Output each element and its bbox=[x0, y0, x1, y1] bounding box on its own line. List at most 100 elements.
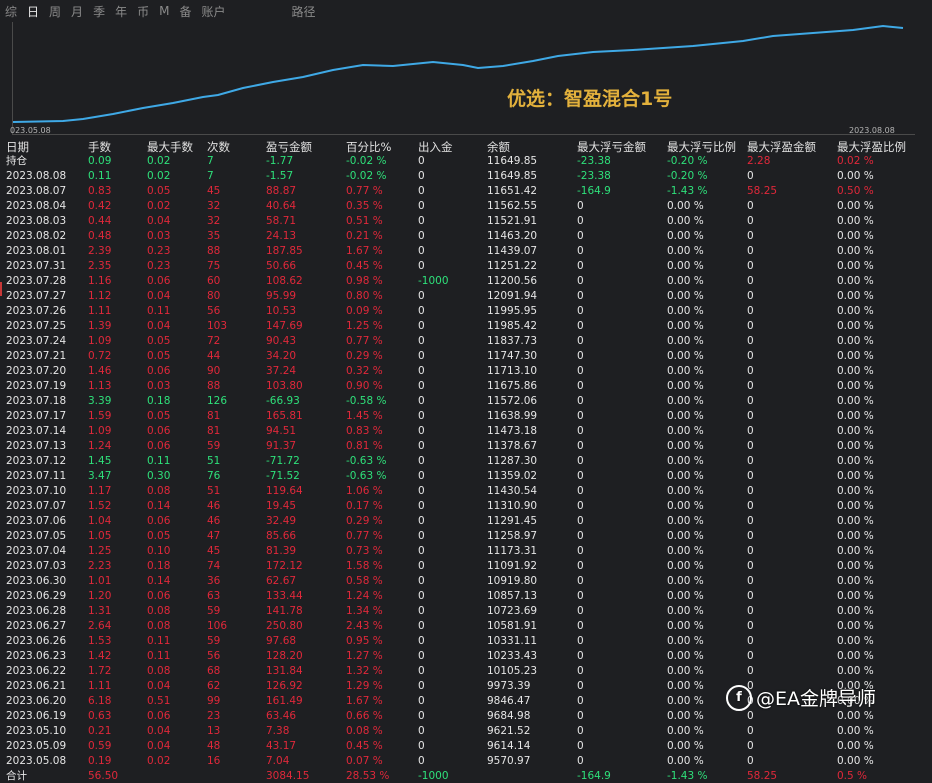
column-header-6[interactable]: 出入金 bbox=[418, 140, 453, 154]
total-lots: 56.50 bbox=[88, 770, 119, 782]
column-header-11[interactable]: 最大浮盈比例 bbox=[837, 140, 906, 154]
cell-fpp: 0.00 % bbox=[837, 605, 874, 617]
cell-bal: 9846.47 bbox=[487, 695, 531, 707]
cell-fp: 0 bbox=[747, 620, 754, 632]
tab-2[interactable]: 周 bbox=[44, 3, 66, 20]
column-header-5[interactable]: 百分比% bbox=[346, 140, 391, 154]
cell-lots: 0.63 bbox=[88, 710, 112, 722]
cell-fpp: 0.00 % bbox=[837, 500, 874, 512]
cell-pct: -0.02 % bbox=[346, 170, 387, 182]
cell-flp: 0.00 % bbox=[667, 530, 704, 542]
table-row[interactable]: 2023.07.13 1.24 0.06 59 91.37 0.81 % 0 11378.67… bbox=[0, 439, 932, 453]
column-header-10[interactable]: 最大浮盈金额 bbox=[747, 140, 816, 154]
table-row[interactable]: 持仓 0.09 0.02 7 -1.77 -0.02 % 0 11649.85 -23.38 -0… bbox=[0, 154, 932, 168]
column-header-3[interactable]: 次数 bbox=[207, 140, 230, 154]
cell-fl: 0 bbox=[577, 485, 584, 497]
table-row[interactable]: 2023.07.28 1.16 0.06 60 108.62 0.98 % -1000 112… bbox=[0, 274, 932, 288]
table-row[interactable]: 2023.06.22 1.72 0.08 68 131.84 1.32 % 0 10105.2… bbox=[0, 664, 932, 678]
cell-pct: 0.80 % bbox=[346, 290, 383, 302]
tab-0[interactable]: 综 bbox=[0, 3, 22, 20]
tab-5[interactable]: 年 bbox=[110, 3, 132, 20]
cell-pct: 0.83 % bbox=[346, 425, 383, 437]
table-row[interactable]: 2023.07.26 1.11 0.11 56 10.53 0.09 % 0 11995.95… bbox=[0, 304, 932, 318]
table-row[interactable]: 2023.07.12 1.45 0.11 51 -71.72 -0.63 % 0 11287.… bbox=[0, 454, 932, 468]
table-row[interactable]: 2023.07.06 1.04 0.06 46 32.49 0.29 % 0 11291.45… bbox=[0, 514, 932, 528]
column-header-1[interactable]: 手数 bbox=[88, 140, 111, 154]
tab-8[interactable]: 备 bbox=[174, 3, 196, 20]
table-row[interactable]: 2023.08.01 2.39 0.23 88 187.85 1.67 % 0 11439.0… bbox=[0, 244, 932, 258]
column-header-7[interactable]: 余额 bbox=[487, 140, 510, 154]
table-row[interactable]: 2023.07.05 1.05 0.05 47 85.66 0.77 % 0 11258.97… bbox=[0, 529, 932, 543]
table-row[interactable]: 2023.06.29 1.20 0.06 63 133.44 1.24 % 0 10857.1… bbox=[0, 589, 932, 603]
table-row[interactable]: 2023.07.18 3.39 0.18 126 -66.93 -0.58 % 0 11572… bbox=[0, 394, 932, 408]
table-row[interactable]: 2023.07.10 1.17 0.08 51 119.64 1.06 % 0 11430.5… bbox=[0, 484, 932, 498]
table-row[interactable]: 2023.07.11 3.47 0.30 76 -71.52 -0.63 % 0 11359.… bbox=[0, 469, 932, 483]
table-row[interactable]: 2023.06.30 1.01 0.14 36 62.67 0.58 % 0 10919.80… bbox=[0, 574, 932, 588]
table-row[interactable]: 2023.08.08 0.11 0.02 7 -1.57 -0.02 % 0 11649.85… bbox=[0, 169, 932, 183]
cell-pct: 0.66 % bbox=[346, 710, 383, 722]
cell-d: 2023.08.01 bbox=[6, 245, 67, 257]
table-row[interactable]: 2023.07.21 0.72 0.05 44 34.20 0.29 % 0 11747.30… bbox=[0, 349, 932, 363]
column-header-0[interactable]: 日期 bbox=[6, 140, 29, 154]
cell-fp: 0 bbox=[747, 740, 754, 752]
table-row[interactable]: 2023.07.19 1.13 0.03 88 103.80 0.90 % 0 11675.8… bbox=[0, 379, 932, 393]
cell-n: 81 bbox=[207, 425, 221, 437]
cell-d: 2023.06.22 bbox=[6, 665, 67, 677]
table-row[interactable]: 2023.07.07 1.52 0.14 46 19.45 0.17 % 0 11310.90… bbox=[0, 499, 932, 513]
cell-d: 2023.06.23 bbox=[6, 650, 67, 662]
tab-1[interactable]: 日 bbox=[22, 3, 44, 20]
table-row[interactable]: 2023.06.19 0.63 0.06 23 63.46 0.66 % 0 9684.98 0… bbox=[0, 709, 932, 723]
cell-d: 2023.08.04 bbox=[6, 200, 67, 212]
cell-fp: 0 bbox=[747, 500, 754, 512]
cell-fl: 0 bbox=[577, 530, 584, 542]
tab-3[interactable]: 月 bbox=[66, 3, 88, 20]
cell-pct: 0.29 % bbox=[346, 350, 383, 362]
cell-lots: 3.39 bbox=[88, 395, 112, 407]
table-row[interactable]: 2023.07.25 1.39 0.04 103 147.69 1.25 % 0 11985.… bbox=[0, 319, 932, 333]
tab-4[interactable]: 季 bbox=[88, 3, 110, 20]
table-row[interactable]: 2023.07.24 1.09 0.05 72 90.43 0.77 % 0 11837.73… bbox=[0, 334, 932, 348]
table-row[interactable]: 2023.05.08 0.19 0.02 16 7.04 0.07 % 0 9570.97 0 0… bbox=[0, 754, 932, 768]
cell-max: 0.11 bbox=[147, 650, 171, 662]
period-tabs: 综日周月季年币 M 备账户 路径 bbox=[0, 0, 932, 22]
cell-d: 2023.06.28 bbox=[6, 605, 67, 617]
table-row[interactable]: 2023.08.07 0.83 0.05 45 88.87 0.77 % 0 11651.42… bbox=[0, 184, 932, 198]
cell-fl: 0 bbox=[577, 440, 584, 452]
table-row[interactable]: 2023.08.04 0.42 0.02 32 40.64 0.35 % 0 11562.55… bbox=[0, 199, 932, 213]
table-row[interactable]: 2023.07.14 1.09 0.06 81 94.51 0.83 % 0 11473.18… bbox=[0, 424, 932, 438]
cell-n: 46 bbox=[207, 500, 221, 512]
column-header-8[interactable]: 最大浮亏金额 bbox=[577, 140, 646, 154]
column-header-9[interactable]: 最大浮亏比例 bbox=[667, 140, 736, 154]
table-row[interactable]: 2023.05.09 0.59 0.04 48 43.17 0.45 % 0 9614.14 0… bbox=[0, 739, 932, 753]
table-row[interactable]: 2023.05.10 0.21 0.04 13 7.38 0.08 % 0 9621.52 0 0… bbox=[0, 724, 932, 738]
table-row[interactable]: 2023.07.27 1.12 0.04 80 95.99 0.80 % 0 12091.94… bbox=[0, 289, 932, 303]
cell-d: 2023.06.27 bbox=[6, 620, 67, 632]
tab-7[interactable]: M bbox=[154, 4, 174, 18]
tab-10[interactable]: 路径 bbox=[287, 3, 321, 20]
cell-fpp: 0.00 % bbox=[837, 755, 874, 767]
cell-fpp: 0.50 % bbox=[837, 185, 874, 197]
table-row[interactable]: 2023.08.03 0.44 0.04 32 58.71 0.51 % 0 11521.91… bbox=[0, 214, 932, 228]
column-header-2[interactable]: 最大手数 bbox=[147, 140, 193, 154]
table-row[interactable]: 2023.06.27 2.64 0.08 106 250.80 2.43 % 0 10581.… bbox=[0, 619, 932, 633]
cell-fl: 0 bbox=[577, 395, 584, 407]
table-row[interactable]: 2023.07.03 2.23 0.18 74 172.12 1.58 % 0 11091.9… bbox=[0, 559, 932, 573]
table-row[interactable]: 2023.08.02 0.48 0.03 35 24.13 0.21 % 0 11463.20… bbox=[0, 229, 932, 243]
column-header-4[interactable]: 盈亏金额 bbox=[266, 140, 312, 154]
cell-flp: 0.00 % bbox=[667, 755, 704, 767]
table-row[interactable]: 2023.06.26 1.53 0.11 59 97.68 0.95 % 0 10331.11… bbox=[0, 634, 932, 648]
tab-6[interactable]: 币 bbox=[132, 3, 154, 20]
table-row[interactable]: 2023.07.20 1.46 0.06 90 37.24 0.32 % 0 11713.10… bbox=[0, 364, 932, 378]
table-row[interactable]: 2023.07.17 1.59 0.05 81 165.81 1.45 % 0 11638.9… bbox=[0, 409, 932, 423]
table-row[interactable]: 2023.06.28 1.31 0.08 59 141.78 1.34 % 0 10723.6… bbox=[0, 604, 932, 618]
cell-max: 0.02 bbox=[147, 155, 171, 167]
cell-fpp: 0.00 % bbox=[837, 560, 874, 572]
table-row[interactable]: 2023.07.31 2.35 0.23 75 50.66 0.45 % 0 11251.22… bbox=[0, 259, 932, 273]
tab-9[interactable]: 账户 bbox=[196, 3, 230, 20]
cell-fp: 0 bbox=[747, 440, 754, 452]
cell-fp: 0 bbox=[747, 365, 754, 377]
cell-flp: 0.00 % bbox=[667, 590, 704, 602]
table-row[interactable]: 2023.07.04 1.25 0.10 45 81.39 0.73 % 0 11173.31… bbox=[0, 544, 932, 558]
cell-fl: 0 bbox=[577, 545, 584, 557]
table-row[interactable]: 2023.06.23 1.42 0.11 56 128.20 1.27 % 0 10233.4… bbox=[0, 649, 932, 663]
